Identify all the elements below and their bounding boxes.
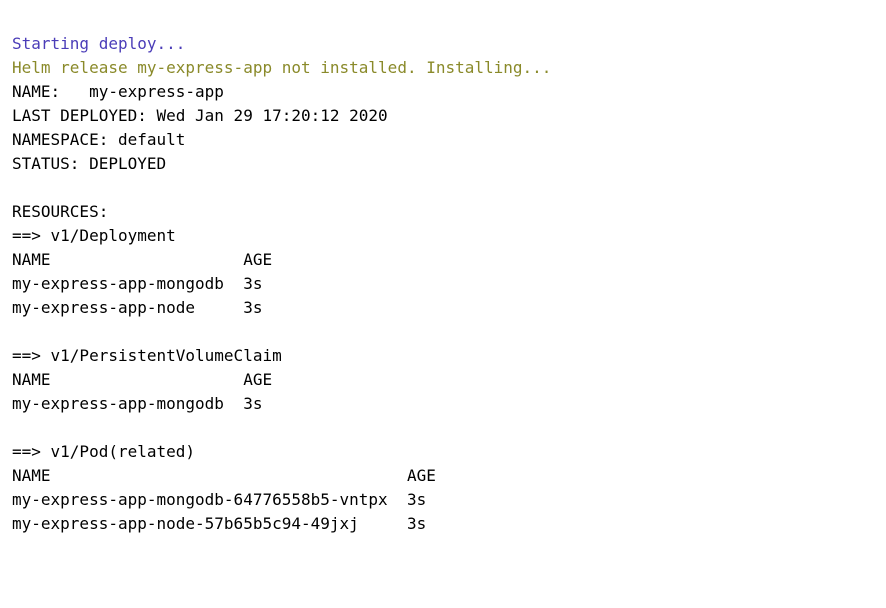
- namespace-line: NAMESPACE: default: [12, 130, 185, 149]
- deployment-row-node: my-express-app-node 3s: [12, 298, 262, 317]
- pod-row-node: my-express-app-node-57b65b5c94-49jxj 3s: [12, 514, 426, 533]
- pvc-row-mongodb: my-express-app-mongodb 3s: [12, 394, 262, 413]
- helm-install-line: Helm release my-express-app not installe…: [12, 58, 551, 77]
- pvc-header: ==> v1/PersistentVolumeClaim: [12, 346, 282, 365]
- pod-columns: NAME AGE: [12, 466, 436, 485]
- status-line: STATUS: DEPLOYED: [12, 154, 166, 173]
- last-deployed-line: LAST DEPLOYED: Wed Jan 29 17:20:12 2020: [12, 106, 388, 125]
- deployment-header: ==> v1/Deployment: [12, 226, 176, 245]
- pod-header: ==> v1/Pod(related): [12, 442, 195, 461]
- deployment-columns: NAME AGE: [12, 250, 272, 269]
- deployment-row-mongodb: my-express-app-mongodb 3s: [12, 274, 262, 293]
- deploy-start-line: Starting deploy...: [12, 34, 185, 53]
- release-name-line: NAME: my-express-app: [12, 82, 224, 101]
- pod-row-mongodb: my-express-app-mongodb-64776558b5-vntpx …: [12, 490, 426, 509]
- resources-label: RESOURCES:: [12, 202, 108, 221]
- pvc-columns: NAME AGE: [12, 370, 272, 389]
